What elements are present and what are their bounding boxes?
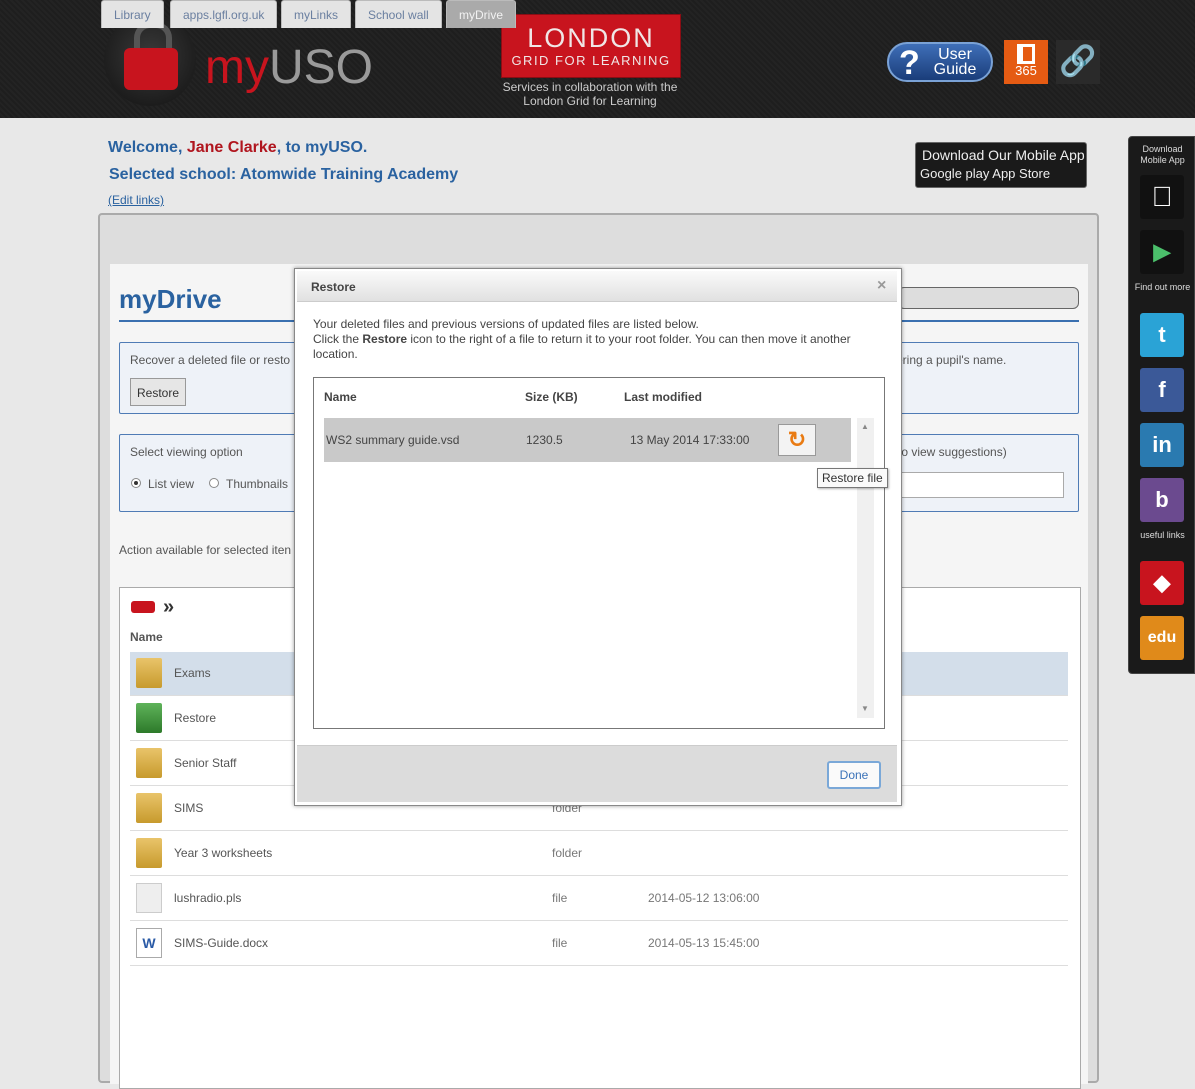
restore-button[interactable]: Restore [130, 378, 186, 406]
user-name: Jane Clarke [186, 139, 277, 156]
mobile-app-banner[interactable]: Download Our Mobile App Google play App … [915, 142, 1087, 188]
file-row[interactable]: Year 3 worksheets folder [130, 832, 1068, 876]
scrollbar[interactable]: ▲ ▼ [857, 418, 874, 718]
restore-dialog: Restore × Your deleted files and previou… [294, 268, 902, 806]
list-view-label: List view [148, 477, 195, 491]
green-folder-icon [136, 703, 162, 733]
close-icon[interactable]: × [877, 277, 886, 295]
edu-folder-icon[interactable]: edu [1140, 616, 1184, 660]
recover-text: Recover a deleted file or resto [130, 353, 291, 367]
chevron-right-icon[interactable]: » [163, 596, 174, 619]
tag-icon[interactable]: ◆ [1140, 561, 1184, 605]
done-button[interactable]: Done [827, 761, 881, 789]
dialog-header[interactable]: Restore × [297, 271, 897, 302]
page-title: myDrive [119, 284, 222, 314]
folder-icon [136, 793, 162, 823]
scroll-down-icon[interactable]: ▼ [861, 704, 869, 713]
myuso-logo[interactable]: myUSO [205, 40, 373, 96]
lgfl-logo[interactable]: LONDON GRID FOR LEARNING [501, 14, 681, 78]
shared-folder-icon [136, 748, 162, 778]
file-row[interactable]: lushradio.pls file 2014-05-12 13:06:00 [130, 877, 1068, 921]
file-icon [136, 883, 162, 913]
dialog-footer: Done [297, 745, 897, 802]
thumbnails-label: Thumbnails [226, 477, 289, 491]
suggest-input[interactable] [898, 472, 1064, 498]
tab-apps-lgfl[interactable]: apps.lgfl.org.uk [170, 0, 278, 28]
download-app-label: Download Mobile App [1140, 144, 1185, 165]
blog-icon[interactable]: b [1140, 478, 1184, 522]
linkedin-icon[interactable]: in [1140, 423, 1184, 467]
question-icon: ? [899, 44, 920, 82]
suggest-text: to view suggestions) [898, 445, 1007, 459]
tab-school-wall[interactable]: School wall [355, 0, 442, 28]
search-input[interactable] [898, 287, 1079, 309]
list-view-radio[interactable] [131, 478, 141, 488]
office-365-button[interactable]: 365 [1004, 40, 1048, 84]
link-out-icon[interactable]: 🔗 [1056, 40, 1100, 84]
office-icon [1017, 44, 1035, 64]
welcome-message: Welcome, Jane Clarke, to myUSO. [108, 139, 368, 156]
word-doc-icon: W [136, 928, 162, 958]
restore-tooltip: Restore file [817, 468, 888, 488]
size-column-header: Size (KB) [525, 390, 578, 404]
selected-school: Selected school: Atomwide Training Acade… [109, 166, 459, 183]
restore-file-size: 1230.5 [526, 433, 563, 447]
google-play-icon[interactable]: ▶ [1140, 230, 1184, 274]
pupil-text: ering a pupil's name. [896, 353, 1007, 367]
apple-icon[interactable]:  [1140, 175, 1184, 219]
shared-folder-icon [136, 838, 162, 868]
folder-icon [136, 658, 162, 688]
lgfl-subtitle: Services in collaboration with the Londo… [502, 80, 678, 108]
file-row[interactable]: W SIMS-Guide.docx file 2014-05-13 15:45:… [130, 922, 1068, 966]
action-text: Action available for selected iten [119, 543, 292, 557]
thumbnails-radio[interactable] [209, 478, 219, 488]
modified-column-header: Last modified [624, 390, 703, 404]
tab-mydrive[interactable]: myDrive [446, 0, 516, 28]
restore-row: WS2 summary guide.vsd 1230.5 13 May 2014… [324, 418, 851, 462]
dialog-title: Restore [311, 280, 356, 294]
find-out-more-label: Find out more [1134, 282, 1191, 292]
view-option-label: Select viewing option [130, 445, 243, 459]
restore-icon: ↻ [787, 427, 807, 452]
name-column-header[interactable]: Name [130, 630, 163, 644]
user-guide-button[interactable]: ? User Guide [887, 42, 993, 82]
drive-icon[interactable] [131, 601, 155, 613]
facebook-icon[interactable]: f [1140, 368, 1184, 412]
restore-file-list: Name Size (KB) Last modified WS2 summary… [313, 377, 885, 729]
useful-links-label: useful links [1140, 530, 1185, 540]
edit-links-link[interactable]: (Edit links) [108, 193, 164, 207]
scroll-up-icon[interactable]: ▲ [861, 422, 869, 431]
dialog-intro: Your deleted files and previous versions… [313, 317, 851, 361]
twitter-icon[interactable]: t [1140, 313, 1184, 357]
restore-file-modified: 13 May 2014 17:33:00 [630, 433, 750, 447]
tab-library[interactable]: Library [101, 0, 164, 28]
store-badges: Google play App Store [920, 166, 1051, 181]
tab-mylinks[interactable]: myLinks [281, 0, 352, 28]
restore-file-button[interactable]: ↻ [778, 424, 816, 456]
restore-file-name: WS2 summary guide.vsd [326, 433, 460, 447]
name-column-header: Name [324, 390, 357, 404]
